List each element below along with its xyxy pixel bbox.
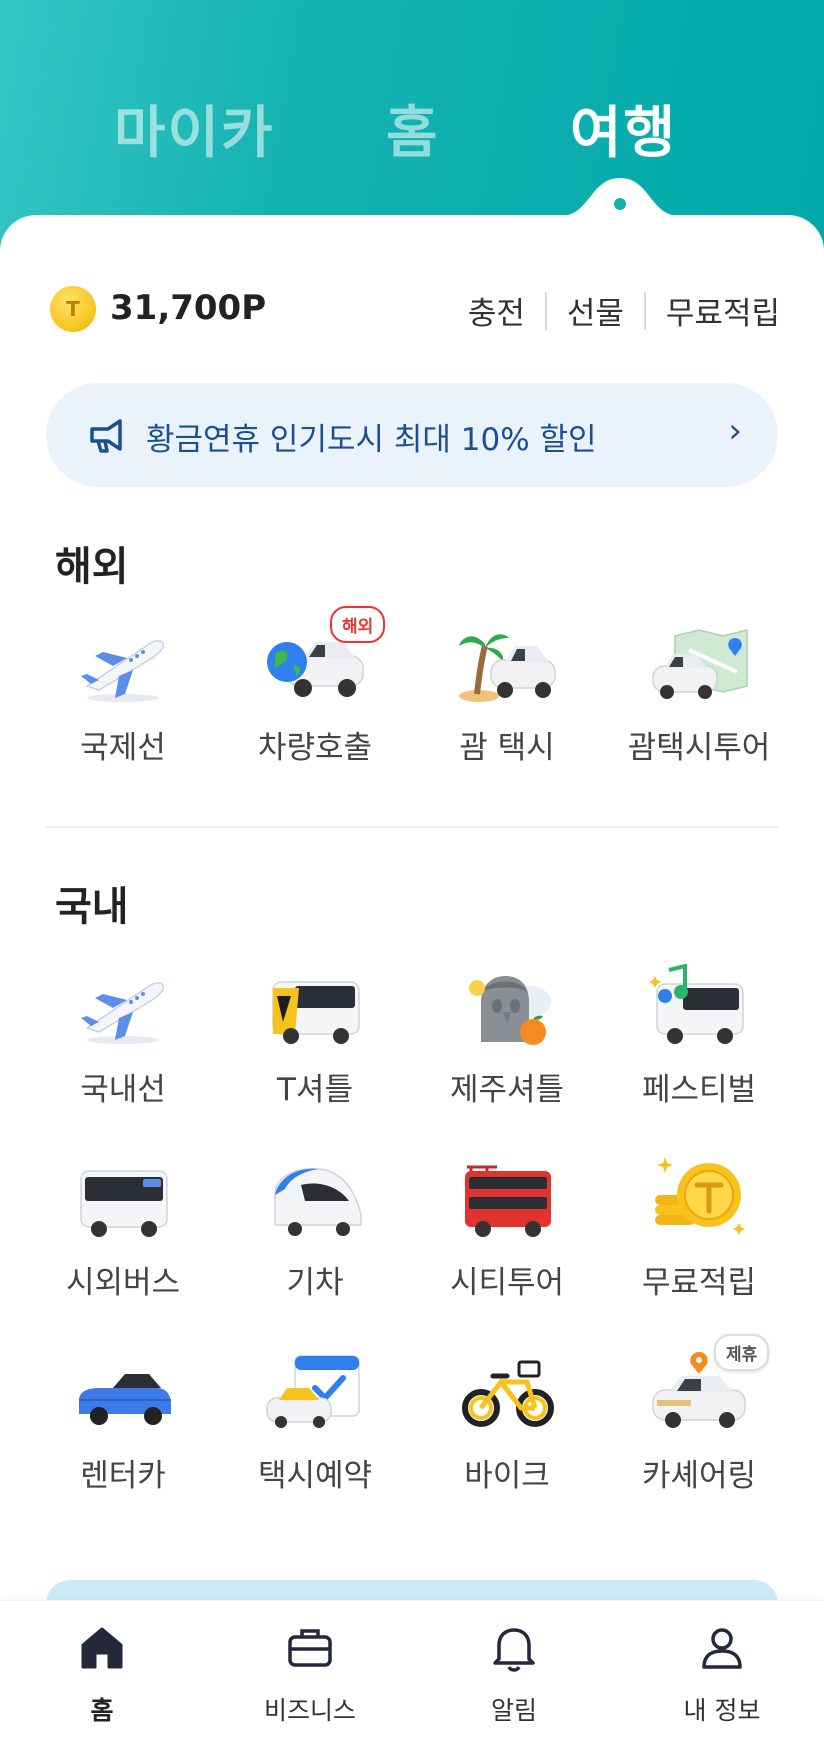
gift-link[interactable]: 선물 [567,288,624,333]
nav-label: 내 정보 [683,1696,761,1725]
tab-home[interactable]: 홈 [386,88,440,169]
section-title-domestic: 국내 [55,884,129,930]
service-label: 차량호출 [257,730,373,766]
jeju-stone-icon [469,976,551,1045]
service-train[interactable]: 기차 [220,1155,410,1315]
convertible-icon [79,1374,171,1425]
nav-notifications[interactable]: 알림 [424,1623,604,1725]
promo-banner[interactable]: 황금연휴 인기도시 최대 10% 할인 › [46,383,778,487]
bell-icon [493,1628,535,1672]
service-label: 무료적립 [641,1265,757,1301]
section-divider [46,826,778,828]
service-label: 택시예약 [257,1458,373,1494]
service-taxi-reservation[interactable]: 택시예약 [220,1348,410,1508]
points-balance[interactable]: 31,700P [110,288,266,328]
person-icon [702,1628,742,1669]
nav-business[interactable]: 비즈니스 [220,1623,400,1725]
service-guam-taxi[interactable]: 괌 택시 [412,620,602,780]
service-intercity-bus[interactable]: 시외버스 [28,1155,218,1315]
service-label: 페스티벌 [641,1072,757,1108]
nav-my-info[interactable]: 내 정보 [632,1623,812,1725]
chevron-right-icon: › [728,411,742,451]
service-domestic-flight[interactable]: 국내선 [28,962,218,1122]
calendar-taxi-icon [266,1355,360,1428]
t-coin-icon: T [50,286,96,332]
service-jeju-shuttle[interactable]: 제주셔틀 [412,962,602,1122]
divider [544,291,547,330]
partner-badge: 제휴 [714,1334,770,1371]
nav-home[interactable]: 홈 [12,1623,192,1725]
promo-text: 황금연휴 인기도시 최대 10% 할인 [146,422,597,458]
service-rent-car[interactable]: 렌터카 [28,1348,218,1508]
briefcase-icon [288,1629,332,1667]
bike-icon [462,1360,554,1427]
service-label: 렌터카 [80,1458,166,1494]
service-label: T셔틀 [277,1072,353,1108]
section-title-overseas: 해외 [55,544,129,590]
service-international-flight[interactable]: 국제선 [28,620,218,780]
tab-mycar[interactable]: 마이카 [114,88,275,169]
tab-travel[interactable]: 여행 [570,88,677,169]
overseas-badge: 해외 [330,606,386,643]
service-label: 괌 택시 [459,730,555,766]
service-label: 국내선 [80,1072,166,1108]
divider [643,291,646,330]
home-icon [81,1627,123,1669]
service-car-sharing[interactable]: 제휴 카셰어링 [604,1334,794,1508]
palm-car-icon [459,634,556,702]
train-icon [274,1168,362,1236]
service-city-tour[interactable]: 시티투어 [412,1155,602,1315]
points-row: T 31,700P 충전 선물 무료적립 [50,282,780,338]
service-label: 카셰어링 [641,1458,757,1494]
service-bike[interactable]: 바이크 [412,1348,602,1508]
shuttle-bus-icon [272,981,360,1044]
festival-bus-icon [649,963,744,1044]
service-label: 시티투어 [449,1265,565,1301]
double-decker-icon [465,1165,551,1237]
service-label: 바이크 [464,1458,550,1494]
bottom-nav: 홈 비즈니스 알림 내 정보 [0,1600,824,1738]
free-earn-link[interactable]: 무료적립 [666,288,780,333]
service-festival[interactable]: 페스티벌 [604,962,794,1122]
airplane-icon [81,982,165,1044]
map-car-icon [652,629,748,699]
service-car-hailing[interactable]: 해외 차량호출 [220,606,410,780]
service-guam-taxi-tour[interactable]: 괌택시투어 [604,620,794,780]
coin-stack-icon [655,1157,745,1235]
nav-label: 홈 [90,1696,114,1725]
service-t-shuttle[interactable]: T셔틀 [220,962,410,1122]
active-tab-notch [560,178,680,220]
service-label: 제주셔틀 [449,1072,565,1108]
top-tabs: 마이카 홈 여행 [0,88,824,178]
airplane-icon [81,640,165,702]
service-free-earn[interactable]: 무료적립 [604,1155,794,1315]
nav-label: 알림 [490,1696,537,1725]
service-label: 기차 [286,1265,344,1301]
point-actions: 충전 선물 무료적립 [468,288,780,333]
service-label: 괌택시투어 [627,730,771,766]
service-label: 국제선 [80,730,166,766]
charge-link[interactable]: 충전 [468,288,525,333]
nav-label: 비즈니스 [263,1696,356,1725]
intercity-bus-icon [80,1170,168,1237]
megaphone-icon [90,419,122,453]
service-label: 시외버스 [65,1265,181,1301]
